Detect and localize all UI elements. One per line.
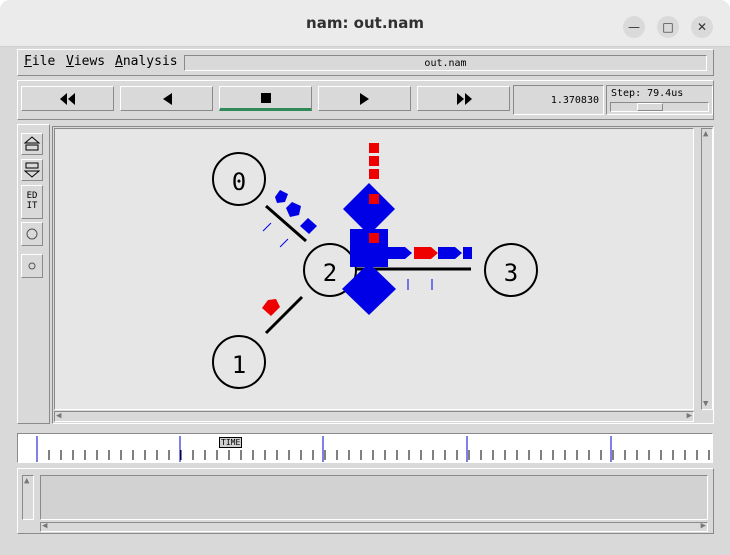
packet-red: [414, 247, 438, 259]
node-1[interactable]: 1: [212, 335, 266, 389]
node-1-label: 1: [232, 351, 246, 379]
nam-window: nam: out.nam — □ ✕ File Views Analysis o…: [0, 0, 730, 555]
fast-forward-icon: [456, 93, 472, 105]
packet-blue: [463, 247, 472, 259]
small-circle-tool[interactable]: [21, 254, 43, 278]
fast-forward-button[interactable]: [417, 86, 510, 111]
menu-analysis[interactable]: Analysis: [115, 54, 178, 69]
maximize-icon[interactable]: □: [657, 16, 679, 38]
packet-blue: [438, 247, 462, 259]
stop-icon: [260, 93, 271, 103]
stop-button[interactable]: [219, 86, 312, 111]
edit-tool[interactable]: ED IT: [21, 185, 43, 219]
queue-marker: [262, 222, 272, 232]
node-0[interactable]: 0: [212, 152, 266, 206]
step-control: Step: 79.4us: [606, 85, 713, 115]
window-title: nam: out.nam: [306, 14, 424, 32]
play-backward-button[interactable]: [120, 86, 213, 111]
node-0-label: 0: [232, 168, 246, 196]
topology-svg: 0 1 2 3: [212, 143, 538, 389]
network-canvas[interactable]: 0 1 2 3: [54, 128, 694, 410]
step-slider-thumb[interactable]: [637, 103, 663, 111]
packet-blue: [300, 218, 317, 234]
node-3-label: 3: [504, 259, 518, 287]
play-forward-icon: [359, 93, 369, 105]
zoom-out-icon[interactable]: [21, 159, 43, 181]
canvas-vscrollbar[interactable]: ▲ ▼: [701, 128, 713, 410]
queue-packet-red: [369, 156, 379, 166]
canvas-hscrollbar[interactable]: ◀ ▶: [54, 411, 694, 422]
annotation-hscrollbar[interactable]: ◀ ▶: [40, 521, 708, 532]
play-backward-icon: [162, 93, 172, 105]
link-0-2: [265, 204, 307, 243]
timeline-ticks: [36, 436, 710, 462]
node-2-label: 2: [323, 259, 337, 287]
packet-diamond: [343, 183, 395, 235]
packet-red: [262, 299, 280, 316]
annotation-vscrollbar[interactable]: ▲: [22, 475, 34, 520]
edit-label: ED IT: [26, 191, 38, 211]
queue-packet-red: [369, 194, 379, 204]
queue-packet-red: [369, 233, 379, 243]
current-time-display: 1.370830: [513, 85, 604, 115]
fast-rewind-icon: [59, 93, 75, 105]
circle-tool[interactable]: [21, 222, 43, 246]
play-forward-button[interactable]: [318, 86, 411, 111]
fast-rewind-button[interactable]: [21, 86, 114, 111]
time-slider-thumb[interactable]: TIME: [219, 437, 243, 448]
packet-blue: [275, 190, 288, 203]
step-slider[interactable]: [610, 102, 709, 112]
step-label: Step: 79.4us: [611, 88, 684, 99]
queue-marker: [279, 238, 289, 248]
packet-blue: [286, 202, 301, 217]
packet-blue: [388, 247, 412, 259]
node-3[interactable]: 3: [484, 243, 538, 297]
queue-packet-red: [369, 169, 379, 179]
close-icon[interactable]: ✕: [691, 16, 713, 38]
queue-packet-red: [369, 143, 379, 153]
title-bar: nam: out.nam — □ ✕: [0, 0, 730, 47]
menu-file[interactable]: File: [24, 54, 55, 69]
file-name-field: out.nam: [184, 55, 707, 71]
zoom-in-icon[interactable]: [21, 133, 43, 155]
annotation-area[interactable]: [40, 475, 708, 520]
menu-views[interactable]: Views: [66, 54, 105, 69]
time-slider[interactable]: [17, 433, 713, 463]
minimize-icon[interactable]: —: [623, 16, 645, 38]
